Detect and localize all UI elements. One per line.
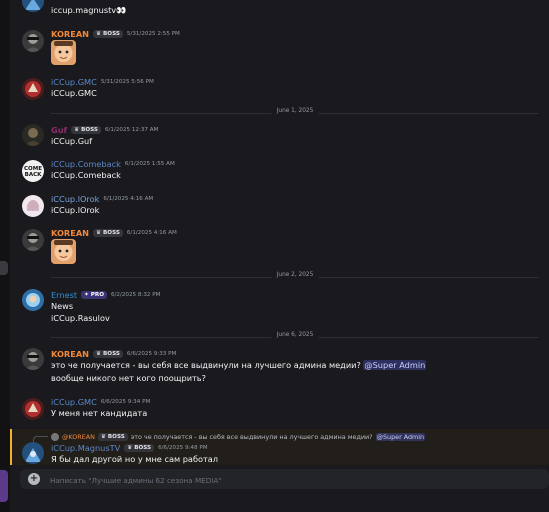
reply-text: это че получается - вы себя все выдвинул… <box>130 433 373 441</box>
user-avatar[interactable] <box>22 78 44 100</box>
message-header: iCCup.lOrok 6/1/2025 4:16 AM <box>51 193 153 205</box>
user-avatar[interactable] <box>22 398 44 420</box>
username[interactable]: iCCup.lOrok <box>51 194 99 204</box>
message-header: iCCup.MagnusTV ♛ BOSS 6/6/2025 9:48 PM <box>51 442 208 454</box>
message-text: News <box>51 301 74 311</box>
crown-icon: ♛ <box>96 230 102 236</box>
message-text: Я бы дал другой но у мне сам работал <box>51 454 219 464</box>
crown-icon: ♛ <box>127 445 133 451</box>
message-header: Guf ♛ BOSS 6/1/2025 12:37 AM <box>51 124 158 136</box>
message-text: iCCup.Comeback <box>51 170 121 180</box>
user-avatar[interactable]: COME BACK <box>22 160 44 182</box>
message-header: Ernest ✦ PRO 6/2/2025 8:32 PM <box>51 289 160 301</box>
date-divider: June 2, 2025 <box>51 272 539 282</box>
user-avatar[interactable] <box>22 124 44 146</box>
user-mention[interactable]: @Super Admin <box>363 360 427 370</box>
message-header: iCCup.GMC 5/31/2025 5:56 PM <box>51 76 154 88</box>
username[interactable]: iCCup.Comeback <box>51 159 121 169</box>
timestamp: 6/6/2025 9:34 PM <box>100 399 151 405</box>
role-badge: ✦ PRO <box>81 291 107 299</box>
plus-circle-icon[interactable]: + <box>28 473 40 485</box>
user-avatar[interactable] <box>22 348 44 370</box>
message-text: iCCup.lOrok <box>51 205 100 215</box>
message-header: iCCup.Comeback 6/1/2025 1:55 AM <box>51 158 175 170</box>
username[interactable]: iCCup.GMC <box>51 77 97 87</box>
sticker-image[interactable] <box>51 239 76 264</box>
message-text: iCCup.Rasulov <box>51 313 110 323</box>
user-avatar[interactable] <box>22 30 44 52</box>
timestamp: 6/1/2025 12:37 AM <box>104 127 159 133</box>
message-text: iccup.magnustv👀 <box>51 5 127 15</box>
message-text: iCCup.Guf <box>51 136 93 146</box>
username[interactable]: KOREAN <box>51 349 89 359</box>
timestamp: 6/6/2025 9:48 PM <box>158 445 208 451</box>
message-header: KOREAN ♛ BOSS 5/31/2025 2:55 PM <box>51 28 180 40</box>
message-text: iCCup.GMC <box>51 88 97 98</box>
chat-messages-area: iccup.magnustv👀 KOREAN ♛ BOSS 5/31/2025 2… <box>10 0 549 512</box>
username[interactable]: iCCup.GMC <box>51 397 97 407</box>
user-avatar[interactable] <box>22 0 44 12</box>
sparkle-icon: ✦ <box>84 292 89 298</box>
crown-icon: ♛ <box>100 434 106 440</box>
crown-icon: ♛ <box>96 31 102 37</box>
timestamp: 5/31/2025 5:56 PM <box>100 79 154 85</box>
reply-author[interactable]: @KOREAN <box>62 433 95 441</box>
message-text: У меня нет кандидата <box>51 408 148 418</box>
user-avatar[interactable] <box>22 229 44 251</box>
timestamp: 6/1/2025 4:16 AM <box>103 196 154 202</box>
date-divider: June 6, 2025 <box>51 332 539 342</box>
user-mention[interactable]: @Super Admin <box>375 433 426 441</box>
message-input[interactable] <box>48 471 532 489</box>
timestamp: 6/1/2025 1:55 AM <box>124 161 175 167</box>
reply-preview[interactable]: @KOREAN ♛ BOSS это че получается - вы себ… <box>51 432 426 442</box>
message-text: это че получается - вы себя все выдвинул… <box>51 360 427 370</box>
role-badge: ♛ BOSS <box>124 444 155 452</box>
role-badge: ♛ BOSS <box>97 433 128 441</box>
username[interactable]: KOREAN <box>51 29 89 39</box>
message-text: вообще никого нет кого поощрить? <box>51 373 206 383</box>
sticker-image[interactable] <box>51 40 76 65</box>
message-header: KOREAN ♛ BOSS 6/1/2025 4:16 AM <box>51 227 177 239</box>
user-avatar[interactable] <box>22 195 44 217</box>
user-avatar[interactable] <box>22 442 44 464</box>
message-header: iCCup.GMC 6/6/2025 9:34 PM <box>51 396 150 408</box>
timestamp: 6/2/2025 8:32 PM <box>110 292 161 298</box>
role-badge: ♛ BOSS <box>71 126 101 134</box>
crown-icon: ♛ <box>96 351 102 357</box>
reply-avatar-icon <box>51 433 59 441</box>
username[interactable]: KOREAN <box>51 228 89 238</box>
svg-text:BACK: BACK <box>25 172 42 178</box>
message-composer: + <box>20 469 549 489</box>
timestamp: 5/31/2025 2:55 PM <box>126 31 180 37</box>
server-sidebar-edge <box>0 0 10 512</box>
user-avatar[interactable] <box>22 289 44 311</box>
username[interactable]: Ernest <box>51 290 77 300</box>
role-badge: ♛ BOSS <box>93 229 123 237</box>
server-indicator[interactable] <box>0 261 8 275</box>
date-divider: June 1, 2025 <box>51 108 539 118</box>
message-header: KOREAN ♛ BOSS 6/6/2025 9:33 PM <box>51 348 176 360</box>
role-badge: ♛ BOSS <box>93 30 123 38</box>
username[interactable]: iCCup.MagnusTV <box>51 443 120 453</box>
server-icon-partial[interactable] <box>0 470 8 502</box>
role-badge: ♛ BOSS <box>93 350 123 358</box>
timestamp: 6/1/2025 4:16 AM <box>126 230 177 236</box>
timestamp: 6/6/2025 9:33 PM <box>126 351 177 357</box>
username[interactable]: Guf <box>51 125 67 135</box>
crown-icon: ♛ <box>74 127 80 133</box>
